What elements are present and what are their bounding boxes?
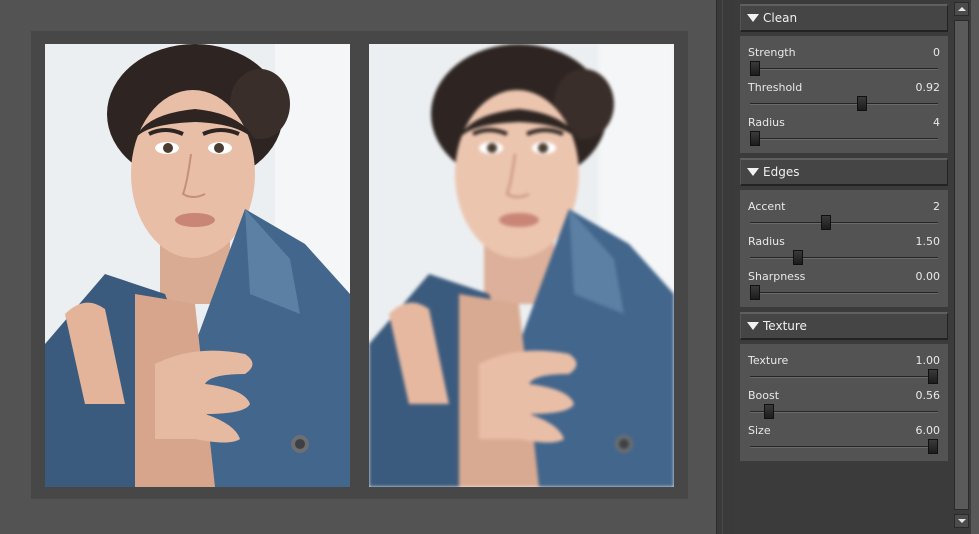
slider-track[interactable] bbox=[750, 439, 938, 454]
slider-thumb[interactable] bbox=[928, 369, 938, 384]
slider-thumb[interactable] bbox=[821, 215, 832, 230]
after-preview-image[interactable] bbox=[369, 44, 674, 487]
size-slider: Size 6.00 bbox=[748, 424, 942, 459]
slider-label: Sharpness bbox=[748, 270, 806, 283]
section-title: Texture bbox=[763, 319, 807, 333]
slider-thumb[interactable] bbox=[792, 250, 803, 265]
window-edge bbox=[971, 0, 979, 534]
slider-value: 0.56 bbox=[915, 389, 941, 402]
slider-track[interactable] bbox=[750, 215, 938, 230]
panel-splitter[interactable] bbox=[716, 0, 734, 534]
slider-label: Size bbox=[748, 424, 771, 437]
slider-value: 0.00 bbox=[915, 270, 941, 283]
section-title: Edges bbox=[763, 165, 800, 179]
section-body-texture: Texture 1.00 Boost 0.56 Size 6.00 bbox=[740, 344, 948, 461]
slider-value: 1.50 bbox=[915, 235, 941, 248]
slider-label: Boost bbox=[748, 389, 780, 402]
slider-track[interactable] bbox=[750, 369, 938, 384]
slider-label: Radius bbox=[748, 116, 785, 129]
slider-track[interactable] bbox=[750, 61, 938, 76]
threshold-slider: Threshold 0.92 bbox=[748, 81, 942, 116]
slider-label: Texture bbox=[748, 354, 789, 367]
portrait-image bbox=[45, 44, 350, 487]
section-header-texture[interactable]: Texture bbox=[740, 312, 948, 340]
slider-track[interactable] bbox=[750, 96, 938, 111]
section-body-clean: Strength 0 Threshold 0.92 Radius 4 bbox=[740, 36, 948, 153]
slider-track[interactable] bbox=[750, 404, 938, 419]
settings-panel: Clean Strength 0 Threshold 0.92 Radius 4… bbox=[734, 0, 952, 534]
section-body-edges: Accent 2 Radius 1.50 Sharpness 0.00 bbox=[740, 190, 948, 307]
section-edges: Edges Accent 2 Radius 1.50 Sharpness 0.0… bbox=[740, 158, 948, 307]
section-header-edges[interactable]: Edges bbox=[740, 158, 948, 186]
slider-value: 1.00 bbox=[915, 354, 941, 367]
section-header-clean[interactable]: Clean bbox=[740, 4, 948, 32]
arrow-up-icon bbox=[957, 7, 966, 11]
panel-scrollbar[interactable] bbox=[952, 0, 979, 534]
accent-slider: Accent 2 bbox=[748, 200, 942, 235]
scroll-up-button[interactable] bbox=[954, 2, 969, 16]
slider-track[interactable] bbox=[750, 285, 938, 300]
slider-label: Threshold bbox=[748, 81, 803, 94]
sharpness-slider: Sharpness 0.00 bbox=[748, 270, 942, 305]
preview-frame bbox=[31, 31, 688, 499]
slider-track[interactable] bbox=[750, 131, 938, 146]
scroll-down-button[interactable] bbox=[954, 514, 969, 528]
preview-area bbox=[0, 0, 716, 534]
section-title: Clean bbox=[763, 11, 798, 25]
triangle-down-icon bbox=[747, 168, 759, 176]
scrollbar-thumb[interactable] bbox=[954, 20, 969, 510]
slider-thumb[interactable] bbox=[750, 285, 760, 300]
triangle-down-icon bbox=[747, 14, 759, 22]
slider-value: 2 bbox=[933, 200, 940, 213]
slider-thumb[interactable] bbox=[750, 131, 760, 146]
slider-thumb[interactable] bbox=[750, 61, 760, 76]
slider-thumb[interactable] bbox=[928, 439, 938, 454]
radius-slider: Radius 4 bbox=[748, 116, 942, 151]
portrait-image bbox=[369, 44, 674, 487]
slider-label: Accent bbox=[748, 200, 786, 213]
slider-value: 4 bbox=[933, 116, 940, 129]
arrow-down-icon bbox=[957, 519, 966, 523]
edge-radius-slider: Radius 1.50 bbox=[748, 235, 942, 270]
triangle-down-icon bbox=[747, 322, 759, 330]
strength-slider: Strength 0 bbox=[748, 46, 942, 81]
slider-thumb[interactable] bbox=[764, 404, 775, 419]
slider-track[interactable] bbox=[750, 250, 938, 265]
slider-label: Radius bbox=[748, 235, 785, 248]
slider-value: 0 bbox=[933, 46, 940, 59]
section-texture: Texture Texture 1.00 Boost 0.56 Size 6.0… bbox=[740, 312, 948, 461]
texture-slider: Texture 1.00 bbox=[748, 354, 942, 389]
section-clean: Clean Strength 0 Threshold 0.92 Radius 4 bbox=[740, 4, 948, 153]
slider-value: 6.00 bbox=[915, 424, 941, 437]
before-preview-image[interactable] bbox=[45, 44, 350, 487]
slider-label: Strength bbox=[748, 46, 796, 59]
boost-slider: Boost 0.56 bbox=[748, 389, 942, 424]
slider-value: 0.92 bbox=[915, 81, 941, 94]
slider-thumb[interactable] bbox=[856, 96, 867, 111]
